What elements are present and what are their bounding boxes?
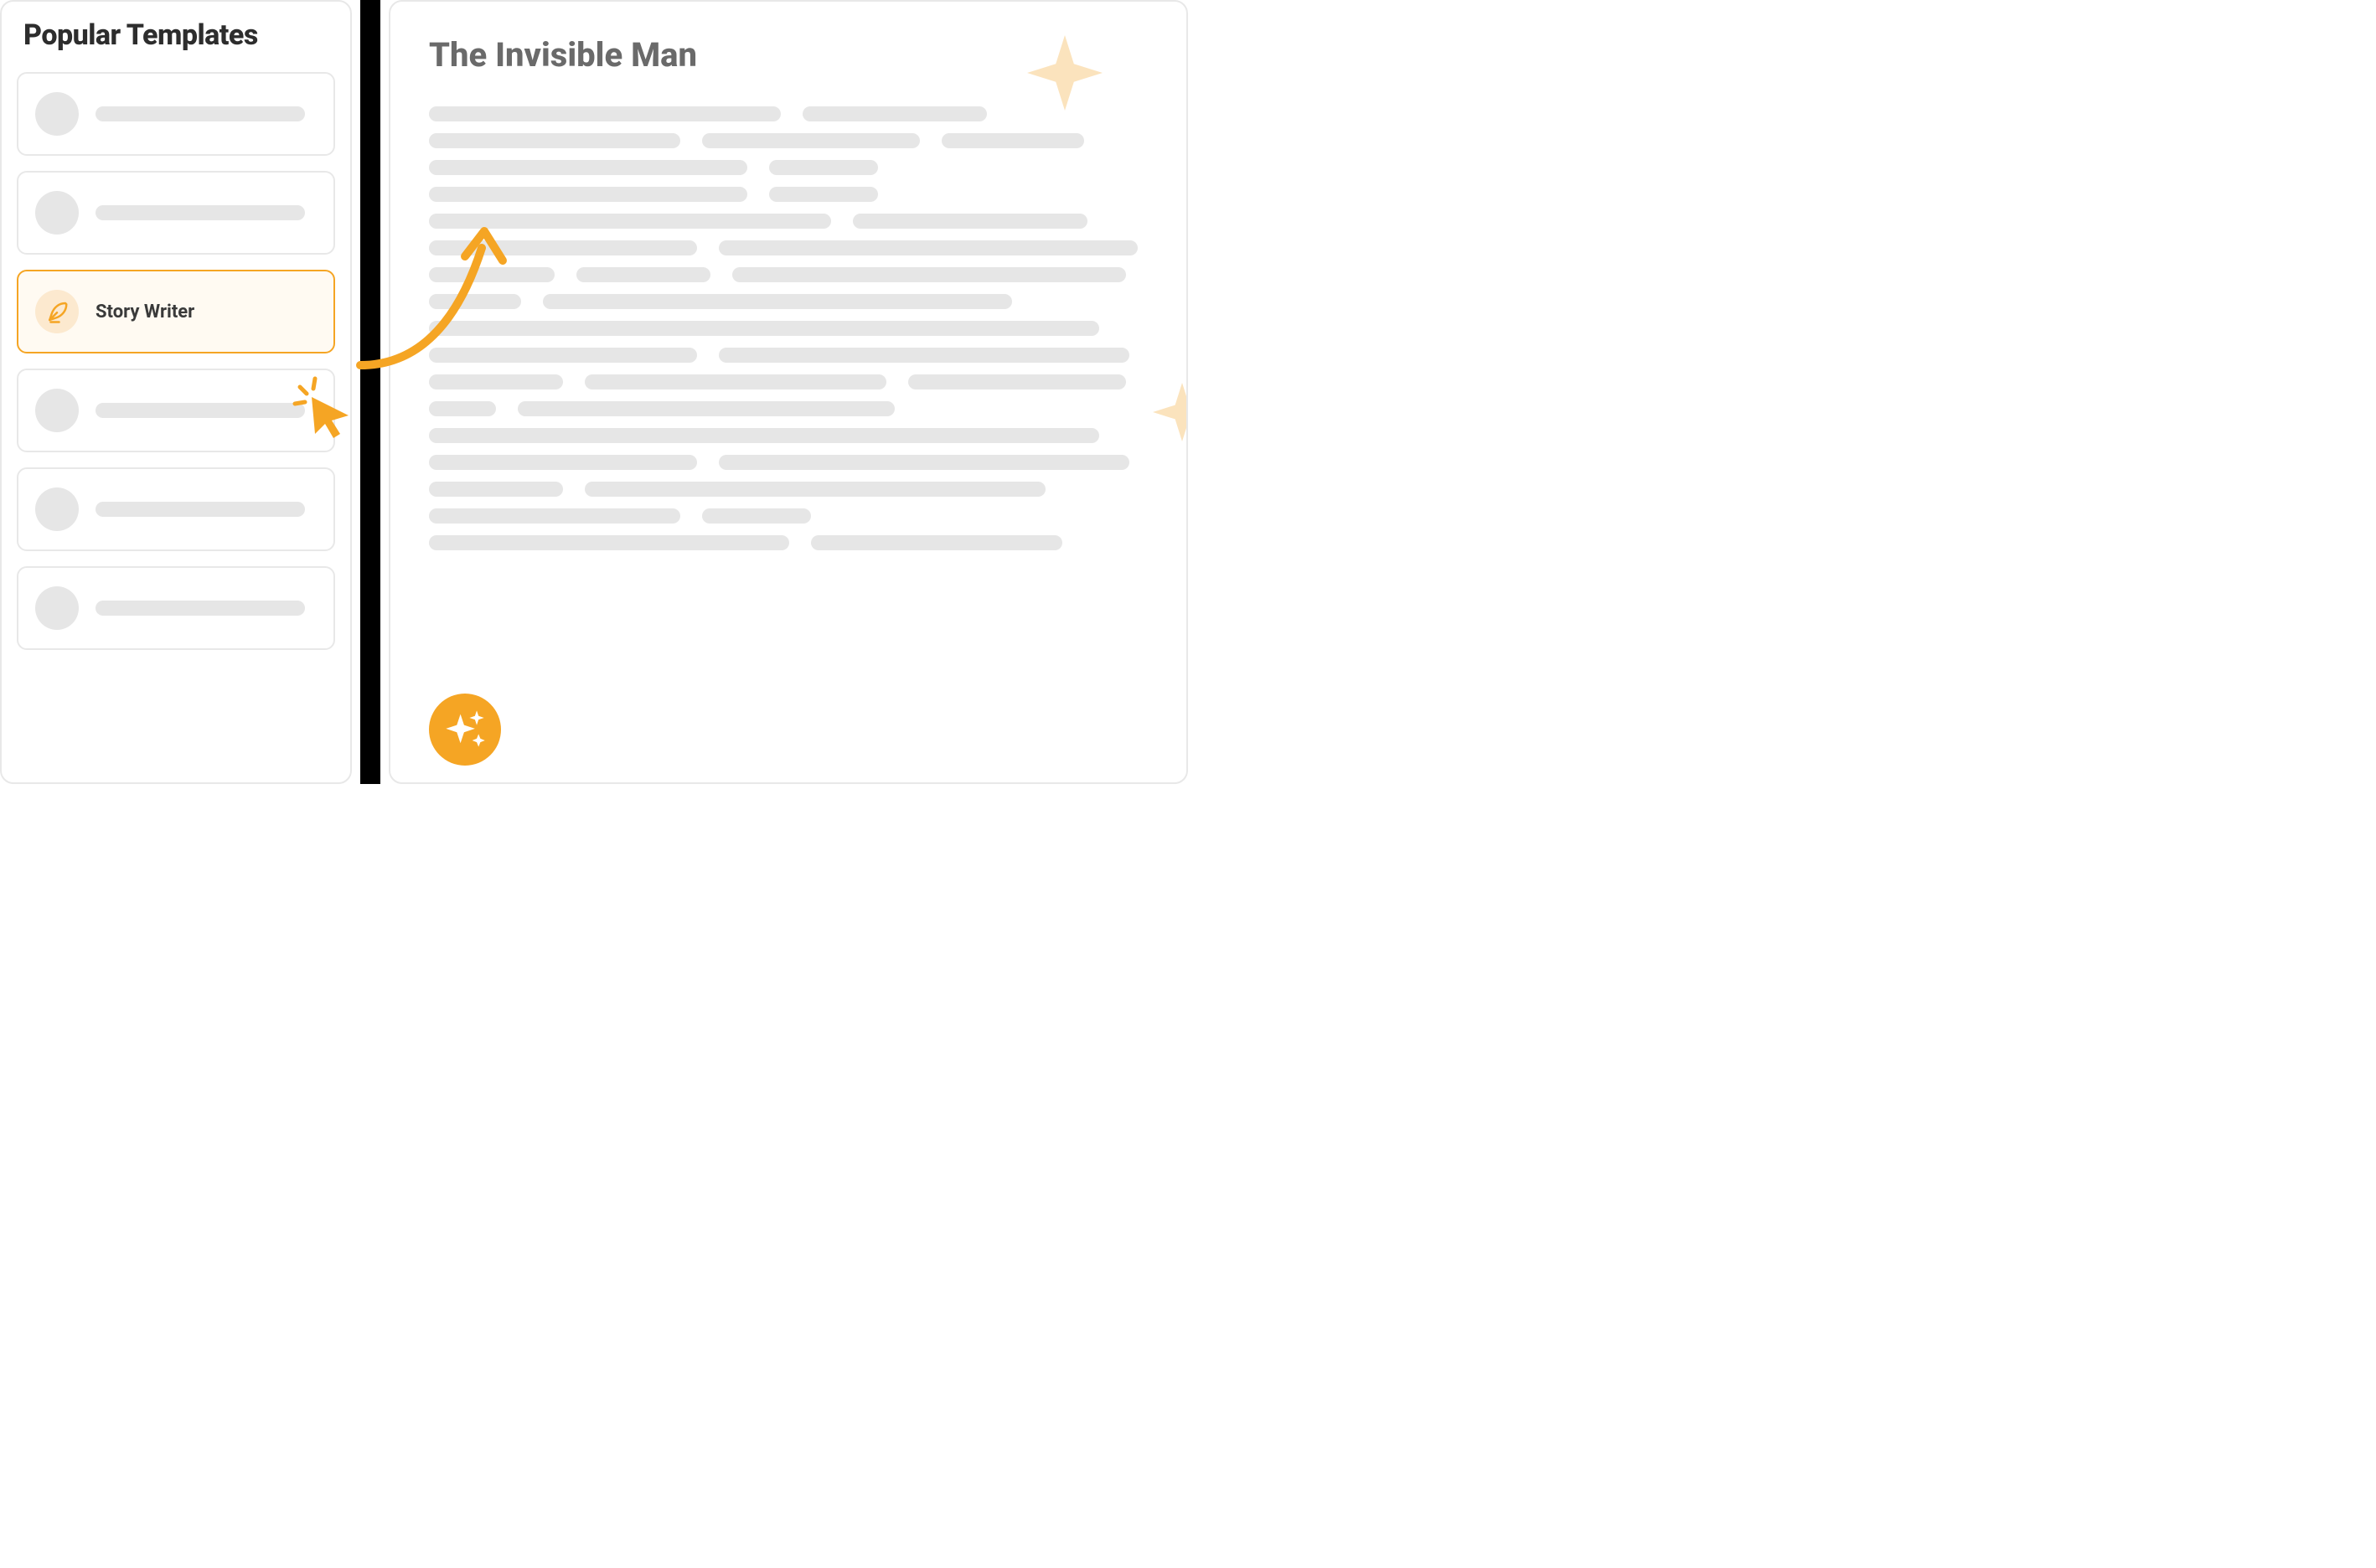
template-item-story-writer[interactable]: Story Writer (17, 270, 335, 353)
template-item-placeholder[interactable] (17, 467, 335, 551)
vertical-divider (360, 0, 380, 784)
sparkles-icon (442, 707, 488, 752)
document-body-placeholder (429, 106, 1148, 550)
text-line-placeholder (429, 133, 680, 148)
text-line-placeholder (908, 374, 1126, 389)
text-line-placeholder (543, 294, 1012, 309)
text-line-placeholder (576, 267, 710, 282)
text-line-placeholder (769, 187, 878, 202)
template-item-placeholder[interactable] (17, 171, 335, 255)
template-list: Story Writer (17, 72, 335, 650)
text-line-placeholder (429, 240, 697, 255)
template-icon-placeholder (35, 191, 79, 235)
quill-icon (35, 290, 79, 333)
template-label-placeholder (96, 502, 305, 517)
document-preview: The Invisible Man (389, 0, 1188, 784)
text-line-placeholder (429, 267, 555, 282)
text-line-placeholder (719, 455, 1129, 470)
text-line-placeholder (719, 240, 1138, 255)
template-icon-placeholder (35, 92, 79, 136)
template-item-placeholder[interactable] (17, 566, 335, 650)
sparkles-badge[interactable] (429, 694, 501, 766)
text-line-placeholder (853, 214, 1087, 229)
template-icon-placeholder (35, 487, 79, 531)
sparkle-star-icon (1027, 35, 1103, 111)
template-item-placeholder[interactable] (17, 72, 335, 156)
template-label: Story Writer (96, 302, 194, 322)
template-icon-placeholder (35, 389, 79, 432)
text-line-placeholder (518, 401, 895, 416)
text-line-placeholder (585, 482, 1046, 497)
template-icon-placeholder (35, 586, 79, 630)
text-line-placeholder (429, 106, 781, 121)
text-line-placeholder (429, 401, 496, 416)
text-line-placeholder (429, 187, 747, 202)
template-item-placeholder[interactable] (17, 369, 335, 452)
text-line-placeholder (732, 267, 1126, 282)
text-line-placeholder (811, 535, 1062, 550)
text-line-placeholder (429, 160, 747, 175)
template-label-placeholder (96, 601, 305, 616)
text-line-placeholder (429, 428, 1099, 443)
template-label-placeholder (96, 403, 305, 418)
text-line-placeholder (803, 106, 987, 121)
text-line-placeholder (585, 374, 886, 389)
text-line-placeholder (702, 508, 811, 524)
sidebar-title: Popular Templates (17, 18, 335, 52)
text-line-placeholder (702, 133, 920, 148)
text-line-placeholder (429, 294, 521, 309)
text-line-placeholder (429, 214, 831, 229)
text-line-placeholder (769, 160, 878, 175)
text-line-placeholder (942, 133, 1084, 148)
template-label-placeholder (96, 205, 305, 220)
sparkle-star-icon (1153, 383, 1188, 441)
text-line-placeholder (429, 482, 563, 497)
text-line-placeholder (429, 455, 697, 470)
text-line-placeholder (429, 348, 697, 363)
template-label-placeholder (96, 106, 305, 121)
text-line-placeholder (429, 374, 563, 389)
text-line-placeholder (429, 321, 1099, 336)
templates-sidebar: Popular Templates Story Writer (0, 0, 352, 784)
text-line-placeholder (719, 348, 1129, 363)
text-line-placeholder (429, 508, 680, 524)
text-line-placeholder (429, 535, 789, 550)
